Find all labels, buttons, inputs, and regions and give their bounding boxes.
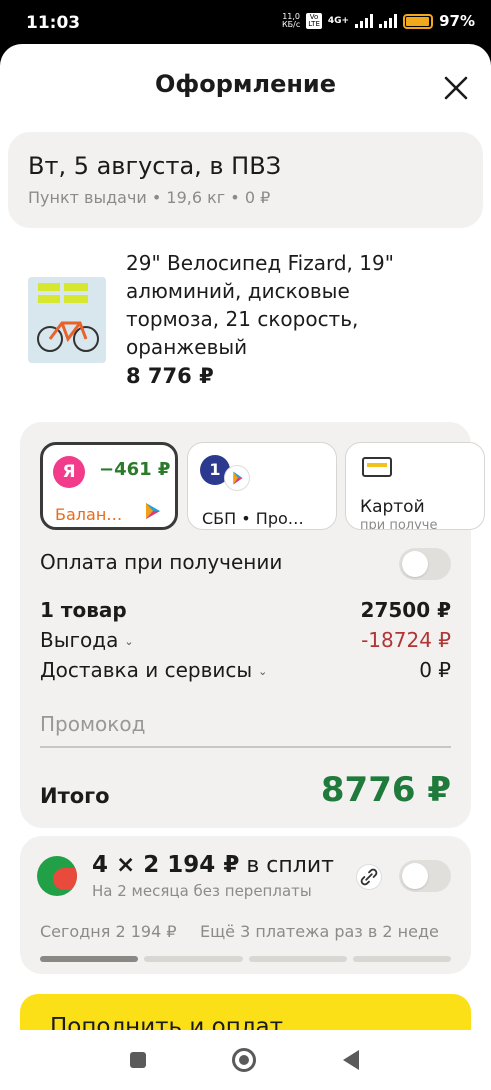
balance-label: Балан… xyxy=(55,505,123,524)
network-type: 4G+ xyxy=(327,16,350,26)
back-icon[interactable] xyxy=(343,1050,359,1070)
payment-card: Я −461 ₽ Балан… 1 СБП • Про… Картой при … xyxy=(20,422,485,828)
split-rest: Ещё 3 платежа раз в 2 неде xyxy=(200,922,439,941)
battery-percent: 97% xyxy=(439,12,475,30)
card-icon xyxy=(362,457,392,477)
status-time: 11:03 xyxy=(26,13,81,33)
split-toggle[interactable] xyxy=(399,860,451,892)
sbp-icon xyxy=(224,465,250,491)
cod-toggle[interactable] xyxy=(399,548,451,580)
payment-method-card[interactable]: Картой при получе xyxy=(345,442,485,530)
items-label: 1 товар xyxy=(40,598,127,622)
pay-button-label: Пополнить и оплат xyxy=(50,1014,283,1030)
signal-2-icon xyxy=(379,14,398,28)
split-progress-segment xyxy=(352,956,451,962)
card-label: Картой xyxy=(360,497,425,517)
discount-row[interactable]: Выгода ⌄ -18724 ₽ xyxy=(40,628,451,652)
volte-badge: Vo LTE xyxy=(306,13,322,29)
payment-method-balance[interactable]: Я −461 ₽ Балан… xyxy=(40,442,178,530)
promo-input[interactable]: Промокод xyxy=(40,702,451,748)
battery-icon xyxy=(403,13,434,29)
split-subtitle: На 2 месяца без переплаты xyxy=(92,882,312,900)
delivery-value: 0 ₽ xyxy=(419,658,451,682)
chevron-down-icon: ⌄ xyxy=(124,635,134,648)
recents-icon[interactable] xyxy=(130,1052,146,1068)
discount-label: Выгода xyxy=(40,628,119,652)
total-value: 8776 ₽ xyxy=(320,770,451,810)
system-navbar xyxy=(0,1030,491,1090)
home-icon[interactable] xyxy=(232,1048,256,1072)
delivery-date: Вт, 5 августа, в ПВЗ xyxy=(28,152,282,180)
sbp-label: СБП • Про… xyxy=(202,509,304,528)
page-title: Оформление xyxy=(154,70,337,98)
delivery-row[interactable]: Доставка и сервисы ⌄ 0 ₽ xyxy=(40,658,451,682)
split-title: 4 × 2 194 ₽ в сплит xyxy=(92,852,334,878)
volte-badge-bottom: LTE xyxy=(308,20,320,28)
split-amount: 4 × 2 194 ₽ xyxy=(92,852,240,878)
status-bar: 11:03 11,0 КБ/с Vo LTE 4G+ 97% xyxy=(0,0,491,46)
split-suffix: в сплит xyxy=(239,853,334,878)
split-card[interactable]: 4 × 2 194 ₽ в сплит На 2 месяца без пере… xyxy=(20,836,471,974)
discount-value: -18724 ₽ xyxy=(361,628,451,652)
split-progress-segment xyxy=(40,956,139,962)
net-speed-unit: КБ/с xyxy=(281,20,301,29)
items-row: 1 товар 27500 ₽ xyxy=(40,598,451,622)
link-icon[interactable] xyxy=(356,864,382,890)
items-value: 27500 ₽ xyxy=(360,598,451,622)
product-name[interactable]: 29" Велосипед Fizard, 19" алюминий, диск… xyxy=(126,249,446,361)
card-sublabel: при получе xyxy=(360,518,438,530)
split-today: Сегодня 2 194 ₽ xyxy=(40,922,177,941)
pay-button[interactable]: Пополнить и оплат xyxy=(20,994,471,1030)
yandex-logo: Я xyxy=(53,456,85,488)
balance-amount: −461 ₽ xyxy=(99,459,171,480)
delivery-label: Доставка и сервисы xyxy=(40,658,253,682)
cod-label: Оплата при получении xyxy=(40,550,283,574)
delivery-card[interactable]: Вт, 5 августа, в ПВЗ Пункт выдачи • 19,6… xyxy=(8,132,483,228)
close-icon[interactable] xyxy=(442,74,470,102)
checkout-sheet: Оформление Вт, 5 августа, в ПВЗ Пункт вы… xyxy=(0,44,491,1030)
net-speed: 11,0 КБ/с xyxy=(282,13,300,29)
status-icons: 11,0 КБ/с Vo LTE 4G+ 97% xyxy=(282,12,475,30)
total-label: Итого xyxy=(40,784,110,808)
split-logo-icon xyxy=(37,856,77,896)
signal-icon xyxy=(355,14,374,28)
bicycle-image[interactable] xyxy=(28,277,106,363)
delivery-details: Пункт выдачи • 19,6 кг • 0 ₽ xyxy=(28,188,271,207)
product-price: 8 776 ₽ xyxy=(126,364,214,388)
bonus-icon xyxy=(146,503,160,519)
payment-method-sbp[interactable]: 1 СБП • Про… xyxy=(187,442,337,530)
split-progress-segment xyxy=(144,956,243,962)
chevron-down-icon: ⌄ xyxy=(258,665,268,678)
split-progress-segment xyxy=(248,956,347,962)
